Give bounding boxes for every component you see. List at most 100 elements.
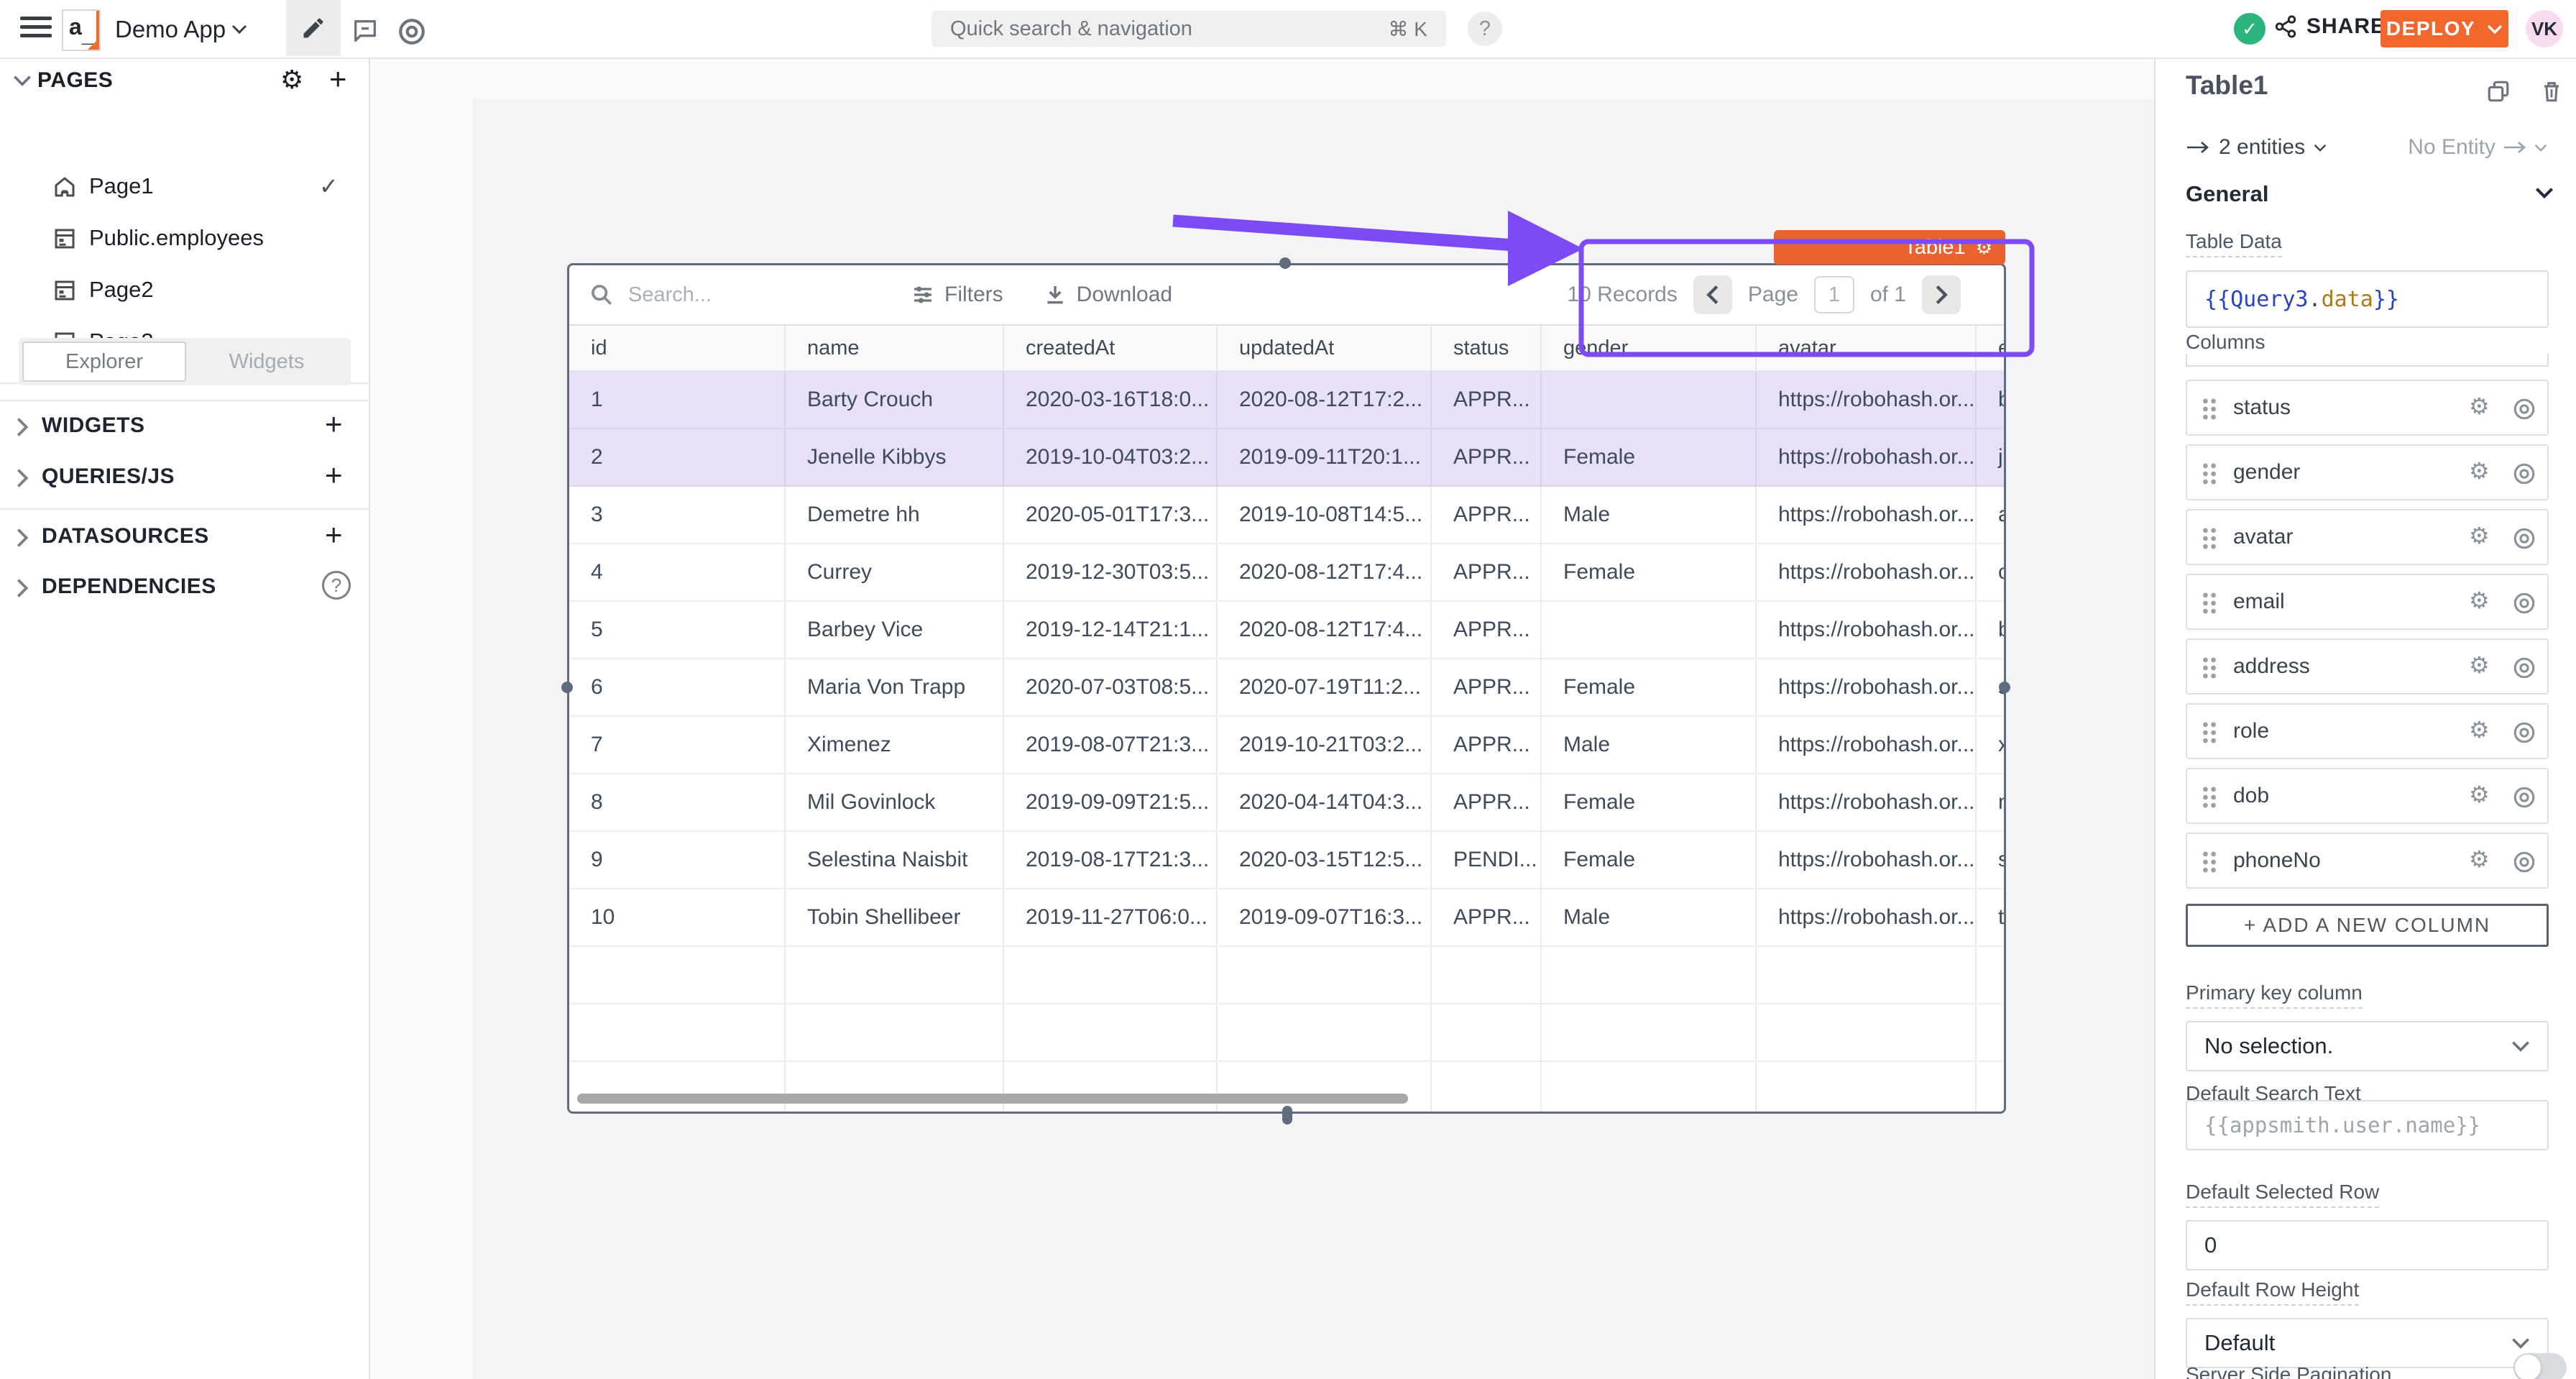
next-page-button[interactable] [1922, 275, 1961, 314]
column-header-createdAt[interactable]: createdAt [1004, 326, 1218, 370]
general-chevron-down-icon[interactable] [2535, 187, 2554, 198]
table-cell[interactable]: Tobin Shellibeer [786, 889, 1004, 945]
default-row-height-select[interactable]: Default [2186, 1318, 2549, 1368]
table-cell[interactable]: 2019-11-27T06:0... [1004, 889, 1218, 945]
sidebar-item-public-employees[interactable]: Public.employees [0, 213, 369, 265]
default-selected-row-input[interactable] [2186, 1220, 2549, 1270]
prev-page-button[interactable] [1693, 275, 1732, 314]
table-cell[interactable]: 1 [569, 372, 786, 428]
table-cell[interactable]: APPR... [1432, 659, 1542, 715]
pages-section-header[interactable]: PAGES ⚙ + [0, 65, 369, 96]
table-cell[interactable]: 2019-12-30T03:5... [1004, 544, 1218, 600]
horizontal-scrollbar[interactable] [577, 1094, 1408, 1104]
table-cell[interactable]: APPR... [1432, 487, 1542, 543]
hamburger-menu-icon[interactable] [20, 12, 52, 42]
server-side-pagination-toggle[interactable] [2513, 1353, 2567, 1379]
drag-handle-icon[interactable] [2200, 395, 2219, 423]
table-cell[interactable]: Currey [786, 544, 1004, 600]
deploy-chevron-down-icon[interactable] [2487, 24, 2503, 34]
table-cell[interactable]: Selestina Naisbit [786, 832, 1004, 888]
widget-settings-gear-icon[interactable]: ⚙ [1976, 237, 1992, 259]
table-cell[interactable]: 2020-07-03T08:5... [1004, 659, 1218, 715]
table-cell[interactable]: APPR... [1432, 774, 1542, 830]
column-visibility-icon[interactable] [2512, 656, 2536, 680]
edit-mode-button[interactable] [286, 0, 341, 56]
column-settings-gear-icon[interactable]: ⚙ [2469, 651, 2490, 679]
table-row[interactable]: 9Selestina Naisbit2019-08-17T21:3...2020… [569, 832, 2004, 889]
table-row[interactable]: 6Maria Von Trapp2020-07-03T08:5...2020-0… [569, 659, 2004, 717]
table-cell[interactable]: https://robohash.or... [1757, 717, 1977, 773]
table-cell[interactable]: Mil Govinlock [786, 774, 1004, 830]
section-widgets[interactable]: WIDGETS + [0, 401, 369, 452]
column-header-updatedAt[interactable]: updatedAt [1218, 326, 1432, 370]
table-cell[interactable]: si [1977, 832, 2006, 888]
table-row[interactable]: 5Barbey Vice2019-12-14T21:1...2020-08-12… [569, 602, 2004, 659]
table-cell[interactable]: cl [1977, 544, 2006, 600]
column-header-gender[interactable]: gender [1542, 326, 1757, 370]
widget-name-badge[interactable]: Table1 ⚙ [1774, 230, 2005, 265]
column-visibility-icon[interactable] [2512, 462, 2536, 486]
table1-widget[interactable]: Filters Download 10 Records Page of 1 id… [567, 263, 2006, 1114]
incoming-entities-dropdown[interactable]: 2 entities [2186, 135, 2327, 160]
pages-settings-gear-icon[interactable]: ⚙ [280, 65, 303, 95]
table-cell[interactable]: Demetre hh [786, 487, 1004, 543]
table-cell[interactable]: 5 [569, 602, 786, 658]
sidebar-item-page2[interactable]: Page2 [0, 265, 369, 316]
table-cell[interactable]: 2020-03-16T18:0... [1004, 372, 1218, 428]
table-row[interactable]: 2Jenelle Kibbys2019-10-04T03:2...2019-09… [569, 429, 2004, 487]
drag-handle-icon[interactable] [2200, 460, 2219, 487]
table-cell[interactable]: 4 [569, 544, 786, 600]
table-cell[interactable]: Female [1542, 429, 1757, 485]
column-settings-gear-icon[interactable]: ⚙ [2469, 846, 2490, 873]
column-settings-gear-icon[interactable]: ⚙ [2469, 393, 2490, 420]
table-search-input[interactable] [627, 283, 845, 308]
add-datasource-button[interactable]: + [325, 518, 343, 552]
table-cell[interactable]: https://robohash.or... [1757, 889, 1977, 945]
table-cell[interactable]: https://robohash.or... [1757, 372, 1977, 428]
table-cell[interactable]: Female [1542, 659, 1757, 715]
copy-widget-icon[interactable] [2486, 79, 2511, 104]
table-cell[interactable]: APPR... [1432, 602, 1542, 658]
column-header-name[interactable]: name [786, 326, 1004, 370]
preview-mode-button[interactable] [397, 17, 427, 47]
column-settings-gear-icon[interactable]: ⚙ [2469, 716, 2490, 743]
column-header-e[interactable]: e [1977, 326, 2006, 370]
table-cell[interactable]: Jenelle Kibbys [786, 429, 1004, 485]
column-visibility-icon[interactable] [2512, 591, 2536, 615]
table-cell[interactable]: 7 [569, 717, 786, 773]
column-item-phoneNo[interactable]: phoneNo⚙ [2186, 833, 2549, 889]
table-cell[interactable]: 2020-04-14T04:3... [1218, 774, 1432, 830]
table-cell[interactable]: APPR... [1432, 372, 1542, 428]
column-settings-gear-icon[interactable]: ⚙ [2469, 457, 2490, 485]
table-cell[interactable]: APPR... [1432, 429, 1542, 485]
add-page-button[interactable]: + [329, 62, 347, 96]
share-button[interactable]: SHARE [2273, 14, 2386, 39]
table-cell[interactable]: 2019-12-14T21:1... [1004, 602, 1218, 658]
deploy-button[interactable]: DEPLOY [2380, 10, 2508, 47]
column-settings-gear-icon[interactable]: ⚙ [2469, 522, 2490, 549]
column-item-status[interactable]: status⚙ [2186, 380, 2549, 436]
column-header-avatar[interactable]: avatar [1757, 326, 1977, 370]
app-name[interactable]: Demo App [115, 16, 226, 43]
add-widget-button[interactable]: + [325, 407, 343, 441]
table-cell[interactable]: Female [1542, 544, 1757, 600]
table-cell[interactable]: b [1977, 372, 2006, 428]
table-cell[interactable]: ts [1977, 889, 2006, 945]
section-datasources[interactable]: DATASOURCES + [0, 512, 369, 562]
table-cell[interactable]: 2019-10-08T14:5... [1218, 487, 1432, 543]
table-cell[interactable]: 8 [569, 774, 786, 830]
table-cell[interactable]: 2019-10-21T03:2... [1218, 717, 1432, 773]
column-visibility-icon[interactable] [2512, 850, 2536, 874]
table-cell[interactable]: Female [1542, 832, 1757, 888]
outgoing-entities-dropdown[interactable]: No Entity [2408, 135, 2547, 160]
table-cell[interactable]: m [1977, 774, 2006, 830]
table-cell[interactable]: https://robohash.or... [1757, 659, 1977, 715]
dependencies-help-icon[interactable]: ? [322, 571, 351, 600]
tab-widgets[interactable]: Widgets [186, 342, 347, 382]
table-cell[interactable]: 10 [569, 889, 786, 945]
section-queries-js[interactable]: QUERIES/JS + [0, 452, 369, 503]
drag-handle-icon[interactable] [2200, 590, 2219, 617]
table-cell[interactable]: 2 [569, 429, 786, 485]
resize-handle-left[interactable] [561, 682, 573, 693]
column-visibility-icon[interactable] [2512, 720, 2536, 745]
